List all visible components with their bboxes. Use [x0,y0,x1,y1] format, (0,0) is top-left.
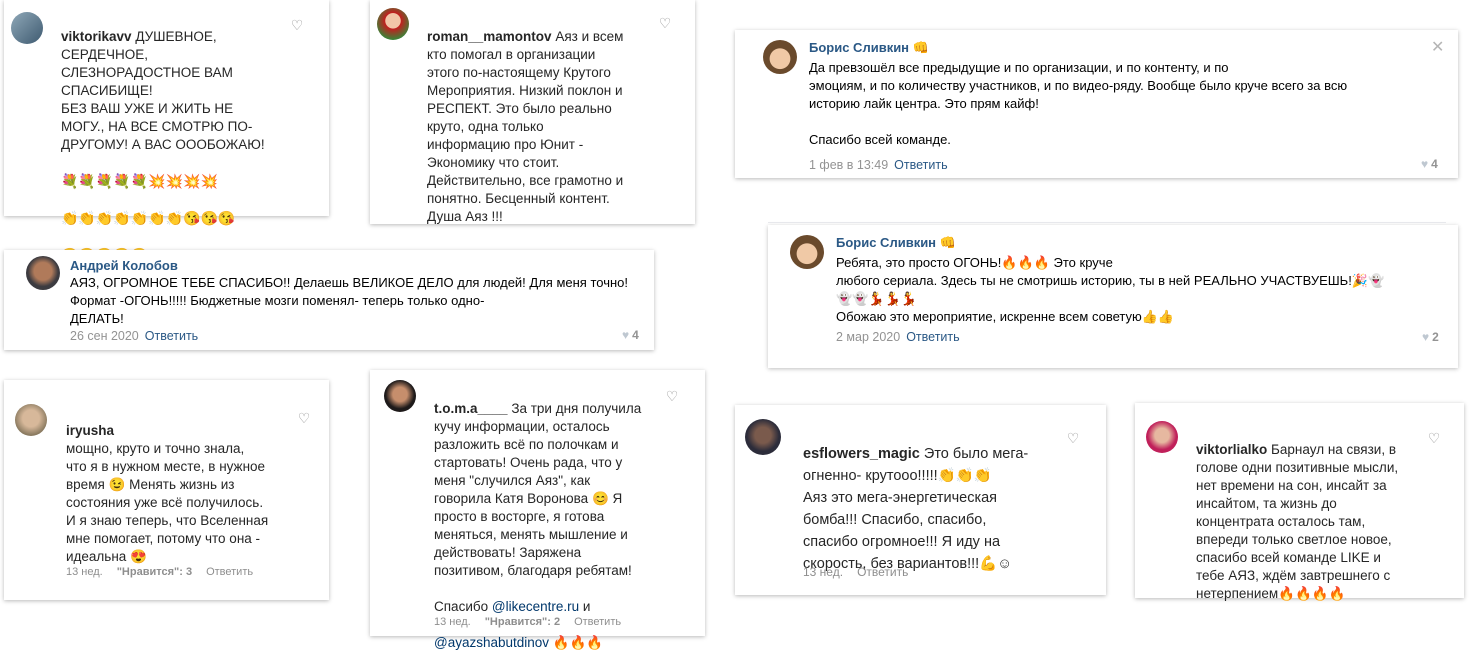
comment-text: iryusha мощно, круто и точно знала, что я… [66,423,269,564]
like-count[interactable]: ♥ 2 [1422,330,1439,344]
comment-card-esflowers: esflowers_magic Это было мега-огненно- к… [735,405,1106,595]
comment-text: t.o.m.a____ За три дня получила кучу инфо… [434,401,642,650]
username[interactable]: iryusha [66,423,114,438]
reply-link[interactable]: Ответить [894,158,947,172]
time: 13 нед. [66,566,103,578]
heart-icon[interactable]: ♡ [297,411,311,425]
heart-icon[interactable]: ♡ [665,389,679,403]
avatar[interactable] [790,235,824,269]
comment-meta: 13 нед. "Нравится": 3 Ответить [66,566,267,578]
author-name[interactable]: Борис Сливкин 👊 [836,235,956,251]
username[interactable]: viktorlialko [1196,442,1267,457]
comment-text: Ребята, это просто ОГОНЬ!🔥🔥🔥 Это круче л… [836,255,1385,324]
fist-icon: 👊 [912,40,929,55]
heart-icon: ♥ [1422,330,1430,344]
avatar[interactable] [763,40,797,74]
fist-icon: 👊 [939,235,956,250]
heart-icon[interactable]: ♡ [658,16,672,30]
reply-link[interactable]: Ответить [206,566,253,578]
comment-card-viktorlialko: viktorlialko Барнаул на связи, в голове о… [1135,403,1464,601]
avatar[interactable] [384,380,416,412]
username[interactable]: viktorikavv [61,29,132,44]
comment-text: viktorlialko Барнаул на связи, в голове о… [1196,442,1399,601]
comment-text: Да превзошёл все предыдущие и по организ… [809,60,1348,147]
comment-card-iryusha: iryusha мощно, круто и точно знала, что я… [4,380,329,600]
heart-icon: ♥ [1421,157,1429,171]
mention-link[interactable]: @ayazshabutdinov [434,635,549,650]
heart-icon[interactable]: ♡ [290,18,304,32]
avatar[interactable] [745,419,781,455]
like-count[interactable]: ♥ 4 [622,328,639,342]
comment-card-andrey: Андрей Колобов АЯЗ, ОГРОМНОЕ ТЕБЕ СПАСИБ… [4,250,654,350]
comment-text: АЯЗ, ОГРОМНОЕ ТЕБЕ СПАСИБО!! Делаешь ВЕЛ… [70,275,628,326]
reply-link[interactable]: Ответить [145,329,198,343]
heart-icon: ♥ [622,328,630,342]
time: 13 нед. [803,565,844,579]
avatar[interactable] [26,256,60,290]
date: 1 фев в 13:49 [809,158,889,172]
comment-meta: 1 фев в 13:49 Ответить [809,158,948,172]
avatar[interactable] [15,404,47,436]
date: 26 сен 2020 [70,329,139,343]
heart-icon[interactable]: ♡ [1066,431,1080,445]
comment-text: viktorikavv ДУШЕВНОЕ, СЕРДЕЧНОЕ, СЛЕЗНОР… [61,29,265,263]
avatar[interactable] [1146,421,1178,453]
author-name[interactable]: Борис Сливкин 👊 [809,40,929,56]
avatar[interactable] [11,12,43,44]
username[interactable]: t.o.m.a____ [434,401,508,416]
comment-card-toma: t.o.m.a____ За три дня получила кучу инфо… [370,370,705,650]
avatar[interactable] [377,8,409,40]
comment-card-boris-2: Борис Сливкин 👊 Ребята, это просто ОГОНЬ… [768,222,1458,368]
author-name[interactable]: Андрей Колобов [70,258,178,273]
like-count[interactable]: ♥ 4 [1421,157,1438,171]
likes-count[interactable]: "Нравится": 2 [485,616,560,628]
comment-card-viktorikavv: viktorikavv ДУШЕВНОЕ, СЕРДЕЧНОЕ, СЛЕЗНОР… [4,0,329,263]
time: 13 нед. [434,616,471,628]
mention-link[interactable]: @likecentre.ru [492,599,579,614]
heart-icon[interactable]: ♡ [1427,431,1441,445]
likes-count[interactable]: "Нравится": 3 [117,566,192,578]
reply-link[interactable]: Ответить [574,616,621,628]
comment-meta: 2 мар 2020 Ответить [836,330,960,344]
comment-text: roman__mamontov Аяз и всем кто помогал в … [427,29,624,224]
reply-link[interactable]: Ответить [906,330,959,344]
comment-card-roman-mamontov: roman__mamontov Аяз и всем кто помогал в … [370,0,695,224]
username[interactable]: esflowers_magic [803,446,920,462]
comment-meta: 26 сен 2020 Ответить [70,329,198,343]
date: 2 мар 2020 [836,330,901,344]
comment-text: esflowers_magic Это было мега-огненно- к… [803,446,1029,572]
divider [768,222,1446,223]
reply-link[interactable]: Ответить [857,565,908,579]
close-icon[interactable]: ✕ [1431,37,1444,57]
comment-meta: 13 нед. "Нравится": 2 Ответить [434,616,635,628]
username[interactable]: roman__mamontov [427,29,552,44]
comment-meta: 13 нед. Ответить [803,565,922,579]
comment-card-boris-1: Борис Сливкин 👊 Да превзошёл все предыду… [735,30,1458,178]
